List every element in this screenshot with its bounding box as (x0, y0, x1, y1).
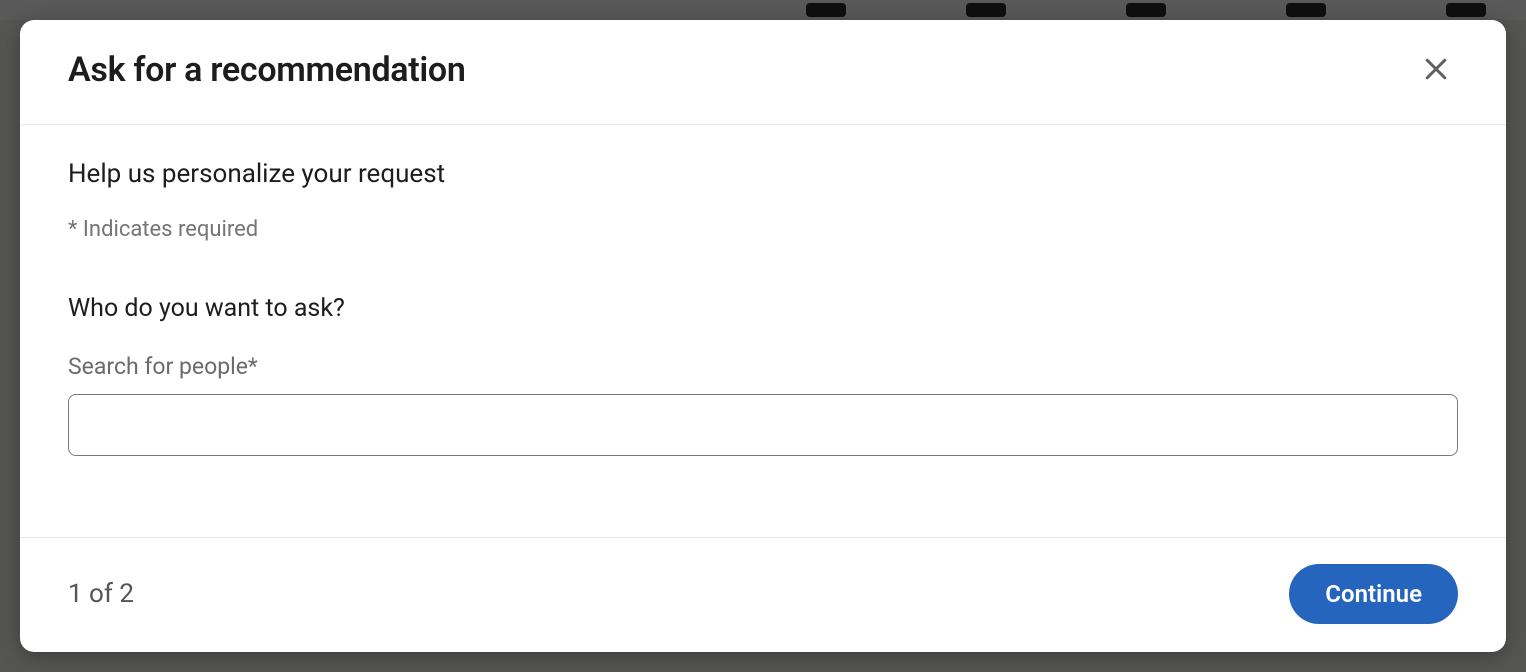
required-indicator-note: * Indicates required (68, 217, 1458, 242)
modal-header: Ask for a recommendation (20, 20, 1506, 125)
close-button[interactable] (1414, 48, 1458, 92)
close-icon (1421, 54, 1451, 87)
recommendation-modal: Ask for a recommendation Help us persona… (20, 20, 1506, 652)
search-people-input[interactable] (68, 394, 1458, 456)
modal-subtitle: Help us personalize your request (68, 159, 1458, 189)
modal-footer: 1 of 2 Continue (20, 537, 1506, 652)
search-people-label: Search for people* (68, 353, 1458, 380)
continue-button[interactable]: Continue (1289, 564, 1458, 624)
step-indicator: 1 of 2 (68, 579, 134, 609)
modal-title: Ask for a recommendation (68, 50, 466, 90)
modal-body: Help us personalize your request * Indic… (20, 125, 1506, 537)
who-to-ask-question: Who do you want to ask? (68, 294, 1458, 323)
